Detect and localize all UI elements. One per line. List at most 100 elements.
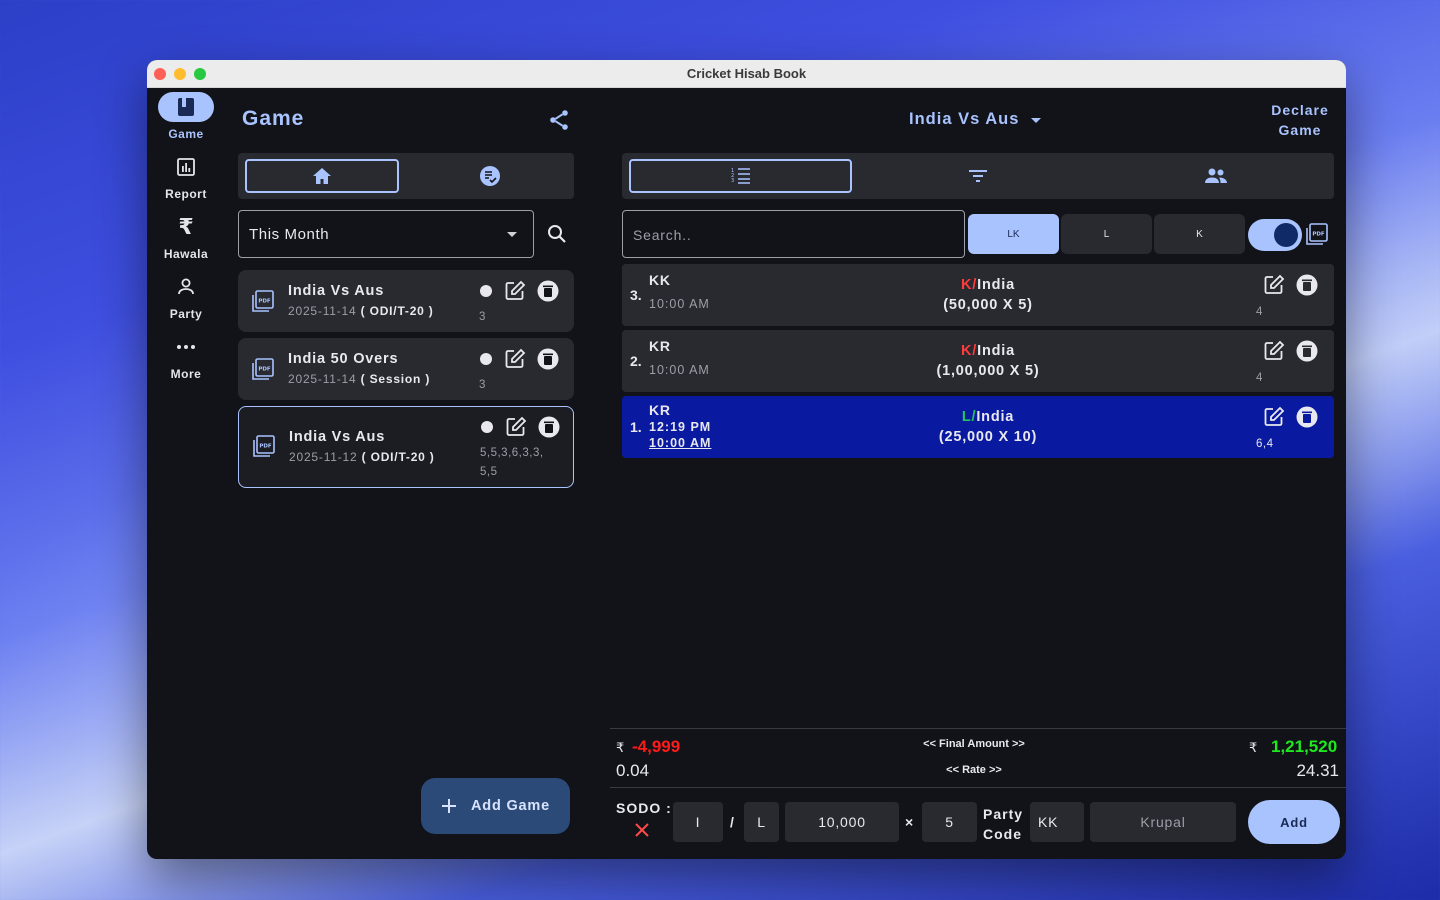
edit-icon[interactable]: [504, 348, 526, 370]
group-tab[interactable]: [1104, 159, 1327, 193]
game-card-selected[interactable]: PDF India Vs Aus 2025-11-12 ( ODI/T-20 )…: [238, 406, 574, 488]
amount-input[interactable]: 10,000: [785, 802, 899, 842]
rupee-icon: ₹: [616, 740, 625, 755]
game-date: 2025-11-14 ( Session ): [288, 372, 431, 386]
entry-time-original: 10:00 AM: [649, 436, 712, 450]
rail-item-game[interactable]: Game: [147, 92, 225, 141]
game-counts: 3: [479, 311, 486, 323]
plus-icon: [442, 799, 457, 813]
loss-amount: -4,999: [632, 737, 681, 756]
game-card[interactable]: PDF India 50 Overs 2025-11-14 ( Session …: [238, 338, 574, 400]
pdf-icon[interactable]: PDF: [252, 290, 274, 312]
entry-code: KR: [649, 338, 671, 354]
toggle-knob: [1274, 223, 1298, 247]
edit-icon[interactable]: [1263, 406, 1285, 428]
entry-count: 4: [1256, 306, 1263, 318]
edit-icon[interactable]: [505, 416, 527, 438]
game-card[interactable]: PDF India Vs Aus 2025-11-14 ( ODI/T-20 )…: [238, 270, 574, 332]
game-title: India Vs Aus: [288, 283, 385, 299]
rail-item-more[interactable]: More: [147, 332, 225, 381]
svg-text:PDF: PDF: [258, 299, 271, 305]
pdf-icon[interactable]: PDF: [253, 435, 275, 457]
edit-icon[interactable]: [1263, 274, 1285, 296]
rate-input[interactable]: 5: [922, 802, 977, 842]
entry-index: 3.: [630, 287, 642, 303]
entry-row[interactable]: 3. KK 10:00 AM K/India (50,000 X 5) 4: [622, 264, 1334, 326]
rail-item-party[interactable]: Party: [147, 272, 225, 321]
profit-amount: 1,21,520: [1271, 737, 1338, 756]
app-window: Cricket Hisab Book Game Report ₹ Hawala: [147, 60, 1346, 859]
party-code-label: Party Code: [983, 806, 1024, 842]
entry-time: 10:00 AM: [649, 297, 710, 311]
chevron-down-icon[interactable]: [1031, 118, 1041, 123]
title-bar: Cricket Hisab Book: [147, 60, 1346, 88]
rail-label: Party: [169, 307, 203, 321]
times-separator: ×: [905, 814, 914, 830]
search-input[interactable]: Search..: [622, 210, 965, 258]
divider: [610, 728, 1346, 729]
add-game-label: Add Game: [471, 798, 550, 814]
delete-icon[interactable]: [1296, 406, 1318, 428]
person-icon: [158, 272, 214, 302]
game-type: ( ODI/T-20 ): [361, 450, 435, 464]
declare-game-button[interactable]: Declare Game: [1265, 100, 1335, 140]
period-select[interactable]: This Month: [238, 210, 534, 258]
list-icon: 123: [731, 168, 750, 184]
game-title: India Vs Aus: [289, 429, 386, 445]
game-counts: 3: [479, 379, 486, 391]
group-icon: [1204, 168, 1227, 183]
rate-right-value: 24.31: [1296, 761, 1339, 780]
settled-tab[interactable]: [413, 159, 567, 193]
entry-code: KR: [649, 402, 671, 418]
delete-icon[interactable]: [538, 416, 560, 438]
pdf-icon[interactable]: PDF: [1306, 223, 1328, 245]
rupee-icon: ₹: [1249, 740, 1258, 755]
game-type: ( Session ): [360, 372, 431, 386]
chip-lk[interactable]: LK: [968, 214, 1059, 254]
toggle-switch[interactable]: [1248, 219, 1302, 251]
entry-row-selected[interactable]: 1. KR 12:19 PM 10:00 AM L/India (25,000 …: [622, 396, 1334, 458]
settled-icon: [480, 166, 500, 186]
entry-count: 4: [1256, 372, 1263, 384]
home-tab[interactable]: [245, 159, 399, 193]
entry-amount: (1,00,000 X 5): [936, 363, 1040, 379]
status-dot: [480, 353, 492, 365]
svg-text:3: 3: [731, 178, 734, 184]
rail-item-hawala[interactable]: ₹ Hawala: [147, 212, 225, 262]
chip-l[interactable]: L: [1061, 214, 1152, 254]
chip-k[interactable]: K: [1154, 214, 1245, 254]
lk-input[interactable]: L: [744, 802, 779, 842]
filter-icon: [969, 170, 987, 182]
rail-item-report[interactable]: Report: [147, 152, 225, 201]
party-code-input[interactable]: KK: [1030, 802, 1084, 842]
close-icon[interactable]: [635, 823, 649, 837]
party-name-input[interactable]: Krupal: [1090, 802, 1236, 842]
delete-icon[interactable]: [537, 348, 559, 370]
edit-icon[interactable]: [504, 280, 526, 302]
chevron-down-icon: [507, 232, 517, 237]
filter-tab[interactable]: [866, 159, 1090, 193]
entry-count: 6,4: [1256, 438, 1274, 450]
rail-label: Game: [168, 127, 204, 141]
edit-icon[interactable]: [1263, 340, 1285, 362]
status-dot: [480, 285, 492, 297]
sodo-label: SODO :: [616, 800, 672, 816]
divider: [610, 787, 1346, 788]
match-select[interactable]: India Vs Aus: [909, 110, 1019, 129]
delete-icon[interactable]: [1296, 340, 1318, 362]
side-input[interactable]: I: [673, 802, 723, 842]
list-tab[interactable]: 123: [629, 159, 852, 193]
svg-text:PDF: PDF: [259, 444, 272, 450]
page-title: Game: [242, 107, 305, 130]
add-button[interactable]: Add: [1248, 800, 1340, 844]
pdf-icon[interactable]: PDF: [252, 358, 274, 380]
entry-amount: (50,000 X 5): [943, 297, 1033, 313]
entry-row[interactable]: 2. KR 10:00 AM K/India (1,00,000 X 5) 4: [622, 330, 1334, 392]
delete-icon[interactable]: [537, 280, 559, 302]
entry-time: 10:00 AM: [649, 363, 710, 377]
add-game-button[interactable]: Add Game: [421, 778, 570, 834]
share-icon[interactable]: [547, 108, 571, 132]
search-icon[interactable]: [546, 223, 568, 250]
game-type: ( ODI/T-20 ): [360, 304, 434, 318]
delete-icon[interactable]: [1296, 274, 1318, 296]
